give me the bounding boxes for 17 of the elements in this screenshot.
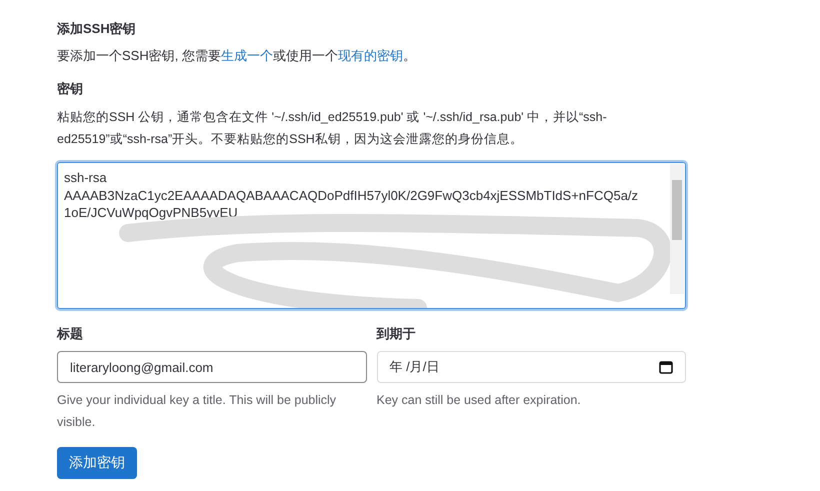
key-textarea[interactable]: ssh-rsa AAAAB3NzaC1yc2EAAAADAQABAAACAQDoPdfIH57yl0K/2G9FwQ3cb4xjESSMbTIdS+nFCQ5a/z 1oE/JCVuWpqOgvPNB5yvEU (57, 162, 686, 309)
title-input[interactable]: literaryloong@gmail.com (57, 351, 366, 383)
add-key-button[interactable]: 添加密钥 (57, 447, 137, 479)
generate-link[interactable]: 生成一个 (220, 48, 273, 63)
title-help-text: Give your individual key a title. This will be publicly visible. (57, 392, 338, 431)
date-input[interactable]: 年 /月/日 (376, 351, 686, 383)
scrollbar[interactable] (670, 164, 684, 294)
title-label: 标题 (57, 325, 84, 343)
key-help-text: 粘贴您的SSH 公钥，通常包含在文件 '~/.ssh/id_ed25519.pub' 或 '~/.ssh/id_rsa.pub' 中，并以“ssh-ed25519”或“ssh-rsa”开头。不要粘贴您的SSH私钥，因为这会泄露您的身份信息。 (57, 109, 608, 148)
intro-text: 要添加一个SSH密钥, 您需要生成一个或使用一个现有的密钥。 (57, 47, 417, 65)
expiry-label: 到期于 (376, 325, 416, 343)
expiry-help-text: Key can still be used after expiration. (376, 392, 582, 409)
existing-key-link[interactable]: 现有的密钥 (338, 48, 403, 63)
date-placeholder: 年 /月/日 (390, 358, 440, 376)
calendar-icon[interactable] (659, 360, 673, 374)
key-label: 密钥 (57, 80, 84, 98)
section-heading: 添加SSH密钥 (57, 20, 137, 38)
